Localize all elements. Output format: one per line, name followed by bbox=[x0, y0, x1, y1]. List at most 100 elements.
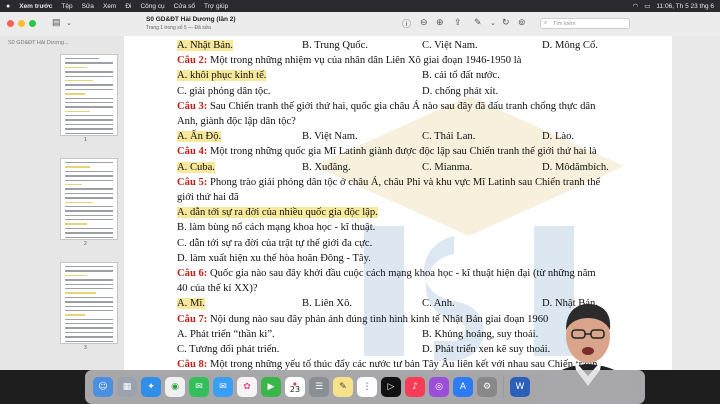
highlighted-answer: A. Ấn Độ. bbox=[177, 131, 222, 143]
zoom-in-icon[interactable]: ⊕ bbox=[436, 17, 444, 28]
question-line: Câu 5: Phong trào giải phóng dân tộc ở c… bbox=[177, 177, 600, 188]
question-label: Câu 3: bbox=[177, 100, 208, 112]
question-text: Quốc gia nào sau đây khởi đầu cuộc cách … bbox=[207, 268, 596, 279]
answer-option: C. Mianma. bbox=[422, 161, 473, 173]
question-text: Nội dung nào sau đây phản ánh đúng tình … bbox=[207, 313, 549, 325]
menu-edit[interactable]: Sửa bbox=[82, 3, 94, 10]
dock-photos-icon[interactable]: ✿ bbox=[237, 377, 257, 397]
annotate-icon[interactable]: ⊚ bbox=[518, 17, 526, 28]
search-icon: ⌕ bbox=[544, 20, 548, 26]
calendar-day: 23 bbox=[289, 384, 301, 394]
document-line: A. Cuba. bbox=[177, 161, 215, 173]
page-thumbnail-3[interactable] bbox=[60, 262, 118, 344]
answer-option: D. Mông Cổ. bbox=[542, 40, 598, 51]
answer-option: B. Liên Xô. bbox=[302, 298, 353, 310]
answer-option: C. dẫn tới sự ra đời của trật tự thế giớ… bbox=[177, 237, 373, 249]
zoom-window-button[interactable] bbox=[29, 20, 36, 27]
answer-option: C. Anh. bbox=[422, 298, 455, 310]
question-line: Câu 7: Nội dung nào sau đây phản ánh đún… bbox=[177, 314, 548, 325]
share-icon[interactable]: ⇪ bbox=[454, 17, 462, 28]
page-thumbnail-1[interactable] bbox=[60, 54, 118, 136]
dock-launchpad-icon[interactable]: ▦ bbox=[117, 377, 137, 397]
dock-calendar-icon[interactable]: ● 23 bbox=[285, 377, 305, 397]
document-line: A. Nhật Bản. bbox=[177, 40, 233, 51]
question-text: 40 của thế kỉ XX)? bbox=[177, 283, 258, 295]
question-text: Sau Chiến tranh thế giới thứ hai, quốc g… bbox=[207, 100, 596, 112]
sidebar-toggle-icon[interactable]: ▤ bbox=[52, 17, 61, 28]
menu-file[interactable]: Tệp bbox=[61, 3, 72, 10]
page-number-3: 3 bbox=[84, 345, 87, 351]
dock-settings-icon[interactable]: ⚙ bbox=[477, 377, 497, 397]
question-text: Một trong những quốc gia Mĩ Latinh giành… bbox=[207, 146, 597, 158]
window-controls bbox=[7, 20, 36, 27]
dock-appstore-icon[interactable]: A bbox=[453, 377, 473, 397]
dock-reminders-icon[interactable]: ⋮ bbox=[357, 377, 377, 397]
document-line: C. Tương đối phát triển. bbox=[177, 344, 279, 355]
dock-podcasts-icon[interactable]: ◎ bbox=[429, 377, 449, 397]
window-toolbar: ▤ ⌄ S0 GD&ĐT Hải Dương (lần 2) Trang 1 t… bbox=[0, 12, 720, 37]
document-subtitle: Trang 1 trong số 5 — Đã sửa bbox=[146, 25, 211, 31]
dock-music-icon[interactable]: ♪ bbox=[405, 377, 425, 397]
menu-help[interactable]: Trợ giúp bbox=[204, 3, 228, 10]
close-window-button[interactable] bbox=[7, 20, 14, 27]
battery-icon[interactable]: ▭ bbox=[644, 2, 650, 10]
search-field[interactable]: ⌕ Tìm kiếm bbox=[540, 18, 630, 29]
question-text: Một trong những nhiệm vụ của nhân dân Li… bbox=[207, 55, 522, 67]
answer-option: B. Xuđăng. bbox=[302, 161, 351, 173]
menu-app-name[interactable]: Xem trước bbox=[19, 3, 52, 10]
document-line: Anh, giành độc lập dân tộc? bbox=[177, 116, 296, 127]
menu-go[interactable]: Đi bbox=[125, 3, 131, 10]
dock-mail-icon[interactable]: ✉ bbox=[213, 377, 233, 397]
dock-notes-icon[interactable]: ✎ bbox=[333, 377, 353, 397]
question-text: giới thứ hai đã bbox=[177, 192, 239, 203]
question-label: Câu 6: bbox=[177, 268, 208, 279]
answer-option: B. làm bùng nổ cách mạng khoa học - kĩ t… bbox=[177, 222, 376, 234]
markup-icon[interactable]: ✎ bbox=[474, 17, 482, 28]
wifi-icon[interactable]: ◠ bbox=[633, 2, 639, 10]
document-line: C. dẫn tới sự ra đời của trật tự thế giớ… bbox=[177, 238, 372, 249]
dock-separator bbox=[503, 376, 504, 398]
answer-option: C. Việt Nam. bbox=[422, 40, 478, 51]
question-label: Câu 4: bbox=[177, 146, 208, 158]
menu-window[interactable]: Cửa sổ bbox=[174, 3, 195, 10]
window-right-margin bbox=[672, 36, 720, 370]
page-number-1: 1 bbox=[84, 137, 87, 143]
page-number-2: 2 bbox=[84, 241, 87, 247]
document-line: C. giải phóng dân tộc. bbox=[177, 86, 271, 97]
dock-contacts-icon[interactable]: ☰ bbox=[309, 377, 329, 397]
answer-option: C. Tương đối phát triển. bbox=[177, 344, 280, 355]
dock-safari-icon[interactable]: ✦ bbox=[141, 377, 161, 397]
question-line: Câu 6: Quốc gia nào sau đây khởi đầu cuộ… bbox=[177, 268, 596, 279]
minimize-window-button[interactable] bbox=[18, 20, 25, 27]
clock[interactable]: 11:06, Th 5 23 thg 6 bbox=[656, 3, 714, 10]
answer-option: B. cải tổ đất nước. bbox=[422, 70, 500, 82]
apple-menu-icon[interactable]: ● bbox=[6, 3, 10, 10]
dock-chrome-icon[interactable]: ◉ bbox=[165, 377, 185, 397]
menu-view[interactable]: Xem bbox=[103, 3, 116, 10]
answer-option: D. làm xuất hiện xu thế hòa hoãn Đông - … bbox=[177, 252, 371, 264]
markup-chevron-icon[interactable]: ⌄ bbox=[490, 19, 496, 27]
highlighted-answer: A. Cuba. bbox=[177, 161, 215, 173]
answer-option: C. giải phóng dân tộc. bbox=[177, 85, 271, 97]
dock-tv-icon[interactable]: ▷ bbox=[381, 377, 401, 397]
sidebar-title: S0 GD&ĐT Hải Dương... bbox=[8, 40, 69, 46]
question-label: Câu 7: bbox=[177, 313, 208, 325]
dock-finder-icon[interactable]: ☺ bbox=[93, 377, 113, 397]
question-label: Câu 5: bbox=[177, 176, 208, 188]
zoom-out-icon[interactable]: ⊖ bbox=[420, 17, 428, 28]
answer-option: B. Trung Quốc. bbox=[302, 40, 368, 51]
rotate-icon[interactable]: ↻ bbox=[502, 17, 510, 28]
chevron-down-icon[interactable]: ⌄ bbox=[66, 19, 72, 27]
document-line: A. khôi phục kinh tế. bbox=[177, 70, 267, 82]
menu-bar: ● Xem trước Tệp Sửa Xem Đi Công cụ Cửa s… bbox=[0, 0, 720, 12]
question-label: Câu 2: bbox=[177, 55, 208, 67]
dock-facetime-icon[interactable]: ▶ bbox=[261, 377, 281, 397]
document-line: A. Phát triển “thần kì”. bbox=[177, 329, 275, 340]
document-title: S0 GD&ĐT Hải Dương (lần 2) bbox=[146, 16, 236, 23]
page-thumbnail-2[interactable] bbox=[60, 158, 118, 240]
answer-option: B. Khủng hoảng, suy thoái. bbox=[422, 328, 539, 340]
menu-tools[interactable]: Công cụ bbox=[140, 3, 164, 10]
info-icon[interactable]: ⓘ bbox=[402, 17, 411, 30]
dock-messages-icon[interactable]: ✉ bbox=[189, 377, 209, 397]
dock-word-icon[interactable]: W bbox=[510, 377, 530, 397]
